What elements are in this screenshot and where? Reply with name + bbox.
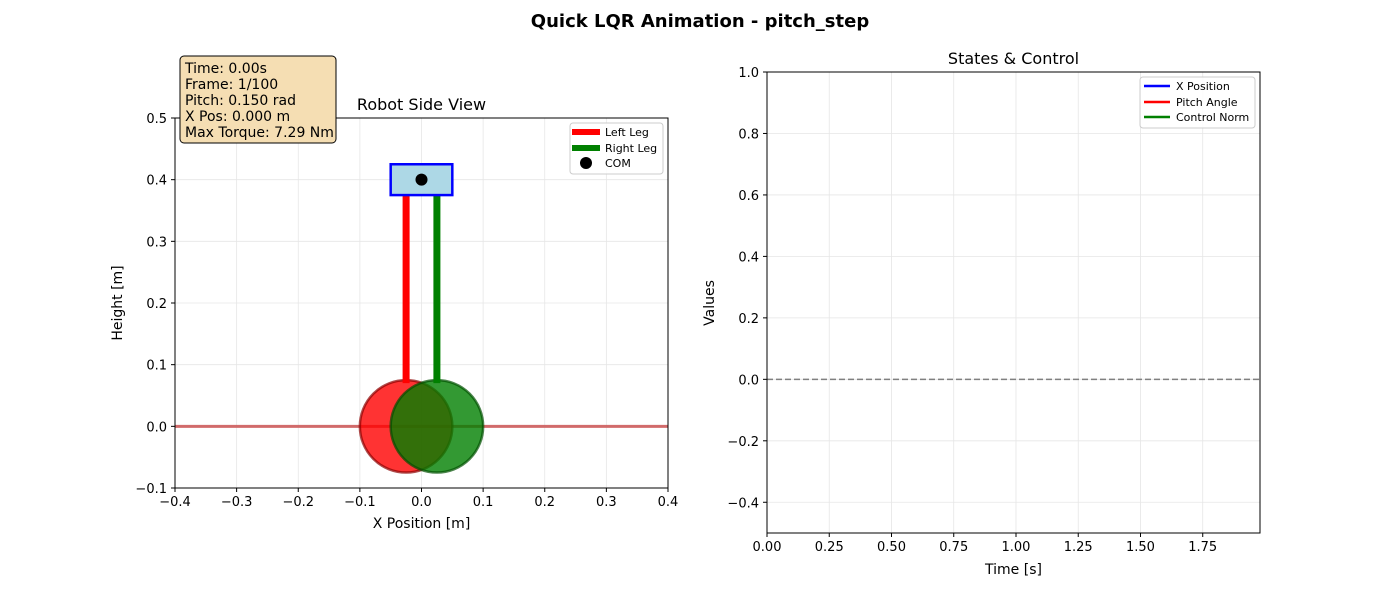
legend-com-label: COM: [605, 157, 631, 170]
states-x-tick-label: 0.00: [753, 540, 782, 555]
robot-x-tick-label: −0.4: [159, 495, 191, 510]
robot-axes-title: Robot Side View: [357, 95, 486, 114]
legend-com-swatch: [580, 157, 592, 169]
legend-x-position-label: X Position: [1176, 80, 1230, 93]
states-y-tick-label: −0.2: [727, 435, 759, 450]
info-frame: Frame: 1/100: [185, 77, 278, 93]
legend-left-leg-label: Left Leg: [605, 126, 649, 139]
robot-y-tick-label: −0.1: [135, 482, 167, 497]
states-y-tick-label: 1.0: [738, 66, 759, 81]
robot-y-tick-label: 0.3: [146, 235, 167, 250]
robot-y-tick-label: 0.0: [146, 420, 167, 435]
states-y-tick-label: 0.6: [738, 189, 759, 204]
robot-y-tick-label: 0.5: [146, 112, 167, 127]
states-y-tick-label: 0.0: [738, 373, 759, 388]
legend-control-norm-label: Control Norm: [1176, 111, 1249, 124]
info-pitch: Pitch: 0.150 rad: [185, 93, 296, 109]
robot-y-axis-label: Height [m]: [110, 265, 126, 340]
robot-x-tick-label: −0.1: [344, 495, 376, 510]
states-y-axis-label: Values: [702, 280, 718, 326]
robot-x-tick-label: 0.4: [658, 495, 679, 510]
states-x-tick-label: 1.00: [1002, 540, 1031, 555]
states-x-tick-label: 1.25: [1064, 540, 1093, 555]
legend-pitch-angle-label: Pitch Angle: [1176, 96, 1238, 109]
robot-x-tick-label: 0.3: [596, 495, 617, 510]
states-y-tick-label: −0.4: [727, 496, 759, 511]
robot-x-tick-label: 0.2: [534, 495, 555, 510]
robot-y-tick-label: 0.1: [146, 359, 167, 374]
info-time: Time: 0.00s: [184, 61, 267, 77]
info-max-torque: Max Torque: 7.29 Nm: [185, 125, 334, 141]
states-axes-title: States & Control: [948, 49, 1079, 68]
figure: Quick LQR Animation - pitch_step −0.4 −0.…: [0, 0, 1400, 600]
states-x-tick-label: 1.75: [1188, 540, 1217, 555]
states-legend: X Position Pitch Angle Control Norm: [1139, 76, 1256, 129]
states-y-tick-label: 0.8: [738, 127, 759, 142]
robot-x-tick-label: −0.3: [221, 495, 253, 510]
robot-x-tick-label: 0.1: [473, 495, 494, 510]
states-x-tick-label: 0.25: [815, 540, 844, 555]
info-box: Time: 0.00s Frame: 1/100 Pitch: 0.150 ra…: [179, 55, 337, 144]
robot-y-tick-label: 0.2: [146, 297, 167, 312]
right-wheel: [389, 378, 485, 474]
states-x-tick-label: 1.50: [1126, 540, 1155, 555]
robot-y-tick-label: 0.4: [146, 174, 167, 189]
robot-x-axis-label: X Position [m]: [373, 516, 471, 532]
com-marker: [415, 173, 428, 186]
robot-x-tick-label: 0.0: [411, 495, 432, 510]
states-x-tick-label: 0.75: [939, 540, 968, 555]
robot-x-tick-label: −0.2: [282, 495, 314, 510]
states-x-tick-label: 0.50: [877, 540, 906, 555]
info-x-pos: X Pos: 0.000 m: [185, 109, 290, 125]
states-y-tick-label: 0.2: [738, 312, 759, 327]
states-y-tick-label: 0.4: [738, 250, 759, 265]
figure-title: Quick LQR Animation - pitch_step: [531, 11, 870, 32]
states-x-axis-label: Time [s]: [984, 562, 1042, 578]
robot-legend: Left Leg Right Leg COM: [569, 122, 664, 175]
legend-right-leg-label: Right Leg: [605, 142, 657, 155]
